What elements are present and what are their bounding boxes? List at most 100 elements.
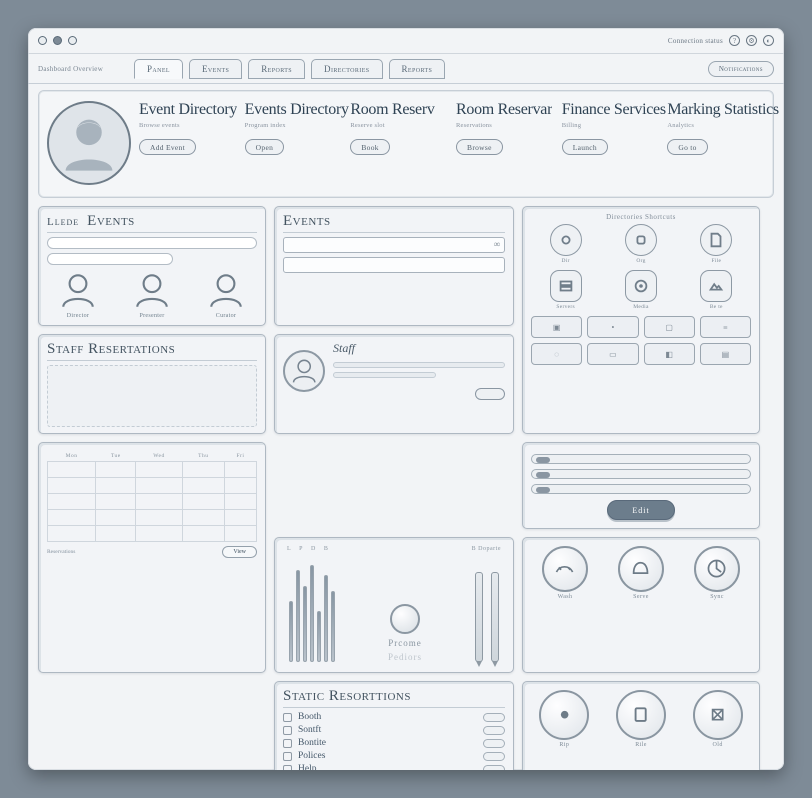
staff-drop-area[interactable] [47,365,257,427]
edit-button[interactable]: Edit [607,500,675,520]
keypad-btn[interactable]: • [587,316,638,338]
keypad-btn[interactable]: ◌ [531,343,582,365]
profile-avatar[interactable] [47,101,131,185]
staff-avatar[interactable] [283,350,325,392]
keypad-btn[interactable]: ▭ [587,343,638,365]
checkbox-icon[interactable] [283,752,292,761]
keypad-btn[interactable]: ▣ [531,316,582,338]
events-search-input[interactable] [47,237,257,249]
cal-cell[interactable] [96,526,136,542]
toggle-icon[interactable] [483,713,505,722]
tab-events[interactable]: Events [189,59,242,79]
cal-cell[interactable] [48,510,96,526]
clear-icon[interactable]: ∞ [494,239,500,249]
cal-cell[interactable] [48,462,96,478]
checkbox-icon[interactable] [283,765,292,771]
person-card[interactable]: Presenter [131,269,173,319]
staff-field-2[interactable] [333,372,436,378]
cal-cell[interactable] [182,510,224,526]
keypad-btn[interactable]: ▤ [700,343,751,365]
cal-cell[interactable] [182,462,224,478]
cal-cell[interactable] [136,510,182,526]
shortcut-dir-icon[interactable] [550,224,582,256]
user-icon[interactable]: ◐ [763,35,774,46]
toggle-icon[interactable] [483,726,505,735]
cal-cell[interactable] [224,478,256,494]
staff-field-1[interactable] [333,362,505,368]
keypad-btn[interactable]: ≡ [700,316,751,338]
dial-wash[interactable] [542,546,588,592]
cal-cell[interactable] [136,462,182,478]
list-item[interactable]: Help [283,764,505,770]
cal-cell[interactable] [224,526,256,542]
cal-cell[interactable] [224,462,256,478]
staff-action-button[interactable] [475,388,505,400]
cal-cell[interactable] [96,478,136,494]
window-min-icon[interactable] [53,36,62,45]
tab-panel[interactable]: Panel [134,59,183,79]
dial-serve[interactable] [618,546,664,592]
eq-bars[interactable] [289,560,335,662]
slider-2[interactable] [531,469,751,479]
cal-cell[interactable] [48,478,96,494]
cal-view-button[interactable]: View [222,546,257,558]
checkbox-icon[interactable] [283,713,292,722]
shortcut-file-icon[interactable] [700,224,732,256]
keypad-btn[interactable]: ▢ [644,316,695,338]
feature-button[interactable]: Browse [456,139,503,155]
cal-cell[interactable] [182,478,224,494]
slider-3[interactable] [531,484,751,494]
shortcut-org-icon[interactable] [625,224,657,256]
toggle-icon[interactable] [483,765,505,771]
keypad-btn[interactable]: ◧ [644,343,695,365]
cal-cell[interactable] [96,510,136,526]
cal-cell[interactable] [96,462,136,478]
cal-cell[interactable] [224,510,256,526]
cal-cell[interactable] [136,478,182,494]
cal-cell[interactable] [136,494,182,510]
tab-reports-2[interactable]: Reports [389,59,446,79]
list-item[interactable]: Booth [283,712,505,722]
checkbox-icon[interactable] [283,726,292,735]
slider-1[interactable] [531,454,751,464]
cal-cell[interactable] [48,494,96,510]
cal-cell[interactable] [182,526,224,542]
cal-cell[interactable] [96,494,136,510]
feature-button[interactable]: Book [350,139,389,155]
cal-cell[interactable] [182,494,224,510]
feature-button[interactable]: Add Event [139,139,196,155]
action-rip[interactable] [539,690,589,740]
feature-button[interactable]: Open [245,139,284,155]
events-desc-input[interactable] [283,257,505,273]
person-card[interactable]: Curator [205,269,247,319]
settings-icon[interactable]: ⚙ [746,35,757,46]
shortcut-servers-icon[interactable] [550,270,582,302]
cal-cell[interactable] [136,526,182,542]
tab-reports[interactable]: Reports [248,59,305,79]
feature-button[interactable]: Launch [562,139,608,155]
window-max-icon[interactable] [68,36,77,45]
shortcut-bete-icon[interactable] [700,270,732,302]
pen-icon[interactable] [491,572,499,662]
toggle-icon[interactable] [483,739,505,748]
cal-cell[interactable] [224,494,256,510]
list-item[interactable]: Sontft [283,725,505,735]
shortcut-media-icon[interactable] [625,270,657,302]
cal-cell[interactable] [48,526,96,542]
toggle-icon[interactable] [483,752,505,761]
list-item[interactable]: Bontite [283,738,505,748]
events-name-input[interactable]: ∞ [283,237,505,253]
window-close-icon[interactable] [38,36,47,45]
action-rile[interactable] [616,690,666,740]
pen-icon[interactable] [475,572,483,662]
eq-knob[interactable] [390,604,420,634]
tab-notifications[interactable]: Notifications [708,61,774,77]
person-card[interactable]: Director [57,269,99,319]
help-icon[interactable]: ? [729,35,740,46]
action-old[interactable] [693,690,743,740]
events-filter-input[interactable] [47,253,173,265]
tab-directories[interactable]: Directories [311,59,382,79]
dial-sync[interactable] [694,546,740,592]
feature-button[interactable]: Go to [667,139,707,155]
checkbox-icon[interactable] [283,739,292,748]
